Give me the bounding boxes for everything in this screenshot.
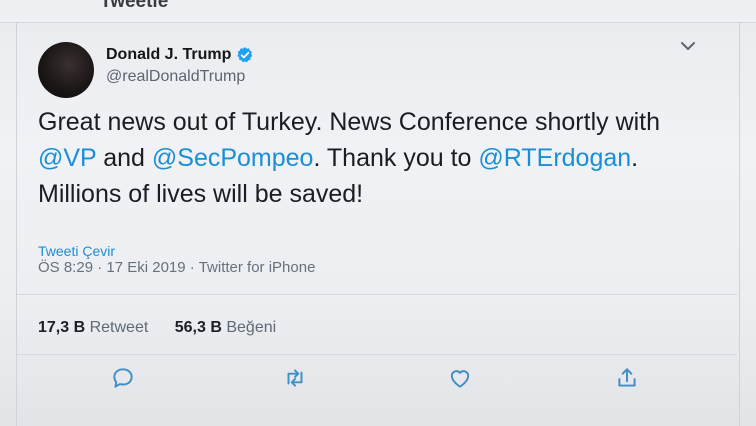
avatar[interactable] bbox=[38, 42, 94, 98]
like-icon bbox=[450, 370, 470, 388]
retweets-count: 17,3 B bbox=[38, 319, 86, 336]
likes-label: Beğeni bbox=[226, 319, 277, 336]
tweet-text-part: and bbox=[96, 144, 152, 172]
tweet-text-part: . bbox=[631, 144, 639, 172]
retweets-label: Retweet bbox=[89, 319, 149, 336]
tweet-text: Great news out of Turkey. News Conferenc… bbox=[38, 104, 728, 212]
tweet-text-part: Millions of lives will be saved! bbox=[38, 180, 364, 208]
tweet-source[interactable]: Twitter for iPhone bbox=[199, 259, 316, 276]
mention-link-rterdogan[interactable]: @RTErdogan bbox=[478, 144, 631, 172]
chevron-down-icon[interactable] bbox=[680, 40, 696, 52]
tweet-timestamp: ÖS 8:29 · 17 Eki 2019 · Twitter for iPho… bbox=[38, 259, 315, 276]
separator: · bbox=[185, 259, 199, 276]
retweets-stat[interactable]: 17,3 B Retweet bbox=[38, 319, 148, 337]
tweet-text-part: . Thank you to bbox=[313, 144, 479, 172]
likes-stat[interactable]: 56,3 B Beğeni bbox=[175, 319, 276, 337]
author-handle[interactable]: @realDonaldTrump bbox=[106, 68, 245, 86]
author-name-row[interactable]: Donald J. Trump bbox=[106, 46, 254, 64]
separator: · bbox=[93, 259, 107, 276]
divider bbox=[17, 354, 737, 355]
share-icon bbox=[618, 368, 636, 387]
tweet-date[interactable]: 17 Eki 2019 bbox=[106, 259, 185, 276]
tweet-time[interactable]: ÖS 8:29 bbox=[38, 259, 93, 276]
likes-count: 56,3 B bbox=[174, 319, 222, 336]
author-display-name[interactable]: Donald J. Trump bbox=[106, 46, 231, 64]
divider bbox=[17, 294, 737, 295]
verified-badge-icon bbox=[237, 47, 253, 63]
tweet-stats: 17,3 B Retweet 56,3 B Beğeni bbox=[38, 319, 298, 337]
page-title: Tweetle bbox=[100, 0, 169, 12]
reply-button[interactable] bbox=[110, 365, 138, 393]
reply-icon bbox=[113, 368, 133, 388]
mention-link-vp[interactable]: @VP bbox=[38, 144, 96, 172]
like-button[interactable] bbox=[447, 365, 475, 393]
retweet-button[interactable] bbox=[282, 365, 310, 393]
retweet-icon bbox=[287, 369, 303, 387]
action-bar bbox=[0, 365, 756, 401]
share-button[interactable] bbox=[614, 365, 642, 393]
header-strip: Tweetle bbox=[0, 0, 756, 23]
mention-link-secpompeo[interactable]: @SecPompeo bbox=[152, 144, 314, 172]
tweet-text-part: Great news out of Turkey. News Conferenc… bbox=[38, 108, 661, 136]
translate-tweet-link[interactable]: Tweeti Çevir bbox=[38, 243, 115, 259]
